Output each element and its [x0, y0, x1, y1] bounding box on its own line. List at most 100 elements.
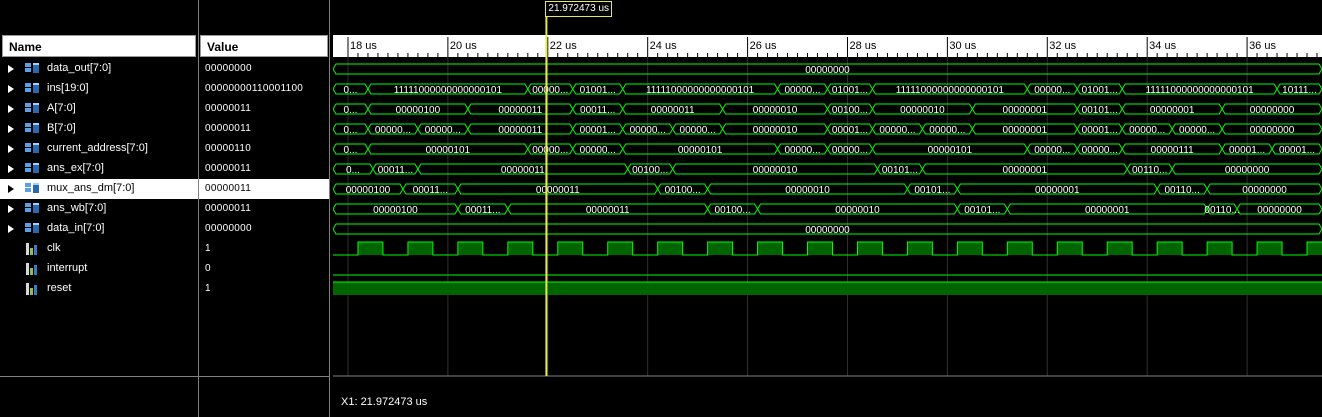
value-column-header[interactable]: Value [200, 35, 328, 57]
bus-value-label: 0... [344, 105, 358, 116]
signal-row-ans-wb[interactable]: ans_wb[7:0] [0, 199, 198, 219]
signal-value: 00000000110001100 [205, 83, 304, 94]
signal-value-row[interactable]: 00000011 [199, 99, 329, 119]
signal-name: current_address[7:0] [47, 142, 148, 154]
signal-value-row[interactable]: 00000011 [199, 159, 329, 179]
bus-value-label: 00100... [832, 105, 868, 116]
bus-value-label: 00000101 [928, 145, 973, 156]
signal-value-row[interactable]: 1 [199, 279, 329, 299]
bus-value-label: 00011... [580, 105, 615, 116]
signal-value-row[interactable]: 1 [199, 239, 329, 259]
signal-name: interrupt [47, 262, 88, 274]
bus-value-label: 00100... [715, 205, 751, 216]
bus-value-label: 00000010 [785, 185, 830, 196]
signal-name: A[7:0] [47, 102, 76, 114]
signal-value: 00000110 [205, 143, 252, 154]
bus-value-label: 00000001 [1035, 185, 1080, 196]
cursor-readout: X1: 21.972473 us [341, 396, 428, 408]
signal-row-B[interactable]: B[7:0] [0, 119, 198, 139]
clock-high-fill [657, 242, 683, 255]
bus-value-label: 00011... [378, 165, 413, 176]
bus-value-label: 00000000 [805, 65, 850, 76]
bus-value-label: 00100... [632, 165, 668, 176]
clock-high-fill [757, 242, 783, 255]
clock-high-fill [1257, 242, 1283, 255]
signal-name: mux_ans_dm[7:0] [47, 182, 135, 194]
bus-value-label: 00000... [879, 125, 915, 136]
signal-row-ans-ex[interactable]: ans_ex[7:0] [0, 159, 198, 179]
clock-high-fill [557, 242, 583, 255]
signal-name: reset [47, 282, 72, 294]
bus-value-label: 00000... [580, 145, 616, 156]
bus-value-label: 00000001 [1085, 205, 1130, 216]
bus-value-label: 00000... [680, 125, 716, 136]
clock-high-fill [607, 242, 633, 255]
bus-value-label: 00000000 [1250, 125, 1295, 136]
signal-value: 00000011 [205, 103, 252, 114]
signal-value-row[interactable]: 00000000110001100 [199, 79, 329, 99]
clock-high-fill [457, 242, 483, 255]
signal-value-row[interactable]: 00000110 [199, 139, 329, 159]
bus-value-label: 00000... [532, 85, 568, 96]
signal-row-clk[interactable]: clk [0, 239, 198, 259]
bus-value-label: 00000010 [753, 125, 798, 136]
bus-value-label: 00001... [580, 125, 616, 136]
bus-value-label: 00000000 [1257, 205, 1302, 216]
bus-value-label: 11111000000000000101 [896, 85, 1005, 96]
signal-row-current-address[interactable]: current_address[7:0] [0, 139, 198, 159]
ruler-tick-label: 22 us [550, 40, 577, 52]
bus-value-label: 00001... [1082, 125, 1118, 136]
signal-row-data-in[interactable]: data_in[7:0] [0, 219, 198, 239]
signal-row-A[interactable]: A[7:0] [0, 99, 198, 119]
signal-row-mux-ans-dm[interactable]: mux_ans_dm[7:0] [0, 179, 198, 199]
bus-value-label: 00000001 [1150, 105, 1195, 116]
bus-signal-icon [24, 82, 40, 96]
expand-arrow-icon[interactable] [8, 225, 14, 233]
bus-value-label: 00101... [964, 205, 1000, 216]
bus-signal-icon [24, 62, 40, 76]
bus-signal-icon [24, 182, 40, 196]
bus-value-label: 00000... [929, 125, 965, 136]
ruler-tick-label: 18 us [350, 40, 377, 52]
bus-value-label: 00000010 [835, 205, 880, 216]
clock-high-fill [1007, 242, 1033, 255]
name-column-header[interactable]: Name [2, 35, 196, 57]
bus-value-label: 00000100 [373, 205, 418, 216]
cursor-time-flag[interactable]: 21.972473 us [545, 1, 613, 17]
expand-arrow-icon[interactable] [8, 165, 14, 173]
signal-value-row[interactable]: 00000000 [199, 219, 329, 239]
signal-value: 0 [205, 263, 211, 274]
expand-arrow-icon[interactable] [8, 185, 14, 193]
bus-value-label: 01001... [1082, 85, 1118, 96]
signal-value-row[interactable]: 00000000 [199, 59, 329, 79]
signal-value-row[interactable]: 00000011 [199, 119, 329, 139]
signal-row-data-out[interactable]: data_out[7:0] [0, 59, 198, 79]
signal-row-interrupt[interactable]: interrupt [0, 259, 198, 279]
signal-value-row[interactable]: 00000011 [199, 199, 329, 219]
waveform-pane[interactable]: 18 us 20 us 22 us 24 us 26 us 28 us 30 us 32 us… [333, 0, 1322, 417]
signal-value-row[interactable]: 0 [199, 259, 329, 279]
expand-arrow-icon[interactable] [8, 65, 14, 73]
expand-arrow-icon[interactable] [8, 205, 14, 213]
ruler-tick-label: 36 us [1249, 40, 1276, 52]
expand-arrow-icon[interactable] [8, 105, 14, 113]
bus-value-label: 00000001 [1003, 125, 1048, 136]
expand-arrow-icon[interactable] [8, 145, 14, 153]
expand-arrow-icon[interactable] [8, 125, 14, 133]
expand-arrow-icon[interactable] [8, 85, 14, 93]
bus-value-label: 00000... [784, 145, 820, 156]
waveform-canvas[interactable]: 18 us 20 us 22 us 24 us 26 us 28 us 30 us 32 us… [333, 0, 1322, 417]
signal-value: 00000000 [205, 63, 252, 74]
bus-value-label: 00000011 [501, 165, 545, 176]
signal-row-ins[interactable]: ins[19:0] [0, 79, 198, 99]
bus-value-label: 00000010 [900, 105, 945, 116]
bus-value-label: 00001... [832, 125, 868, 136]
clock-high-fill [907, 242, 933, 255]
bus-value-label: 0... [344, 125, 358, 136]
signal-row-reset[interactable]: reset [0, 279, 198, 299]
ruler-tick-label: 20 us [450, 40, 477, 52]
bus-value-label: 00000... [784, 85, 820, 96]
signal-value-row[interactable]: 00000011 [199, 179, 329, 199]
bus-value-label: 0... [346, 165, 360, 176]
bus-value-label: 10111... [1282, 85, 1317, 96]
